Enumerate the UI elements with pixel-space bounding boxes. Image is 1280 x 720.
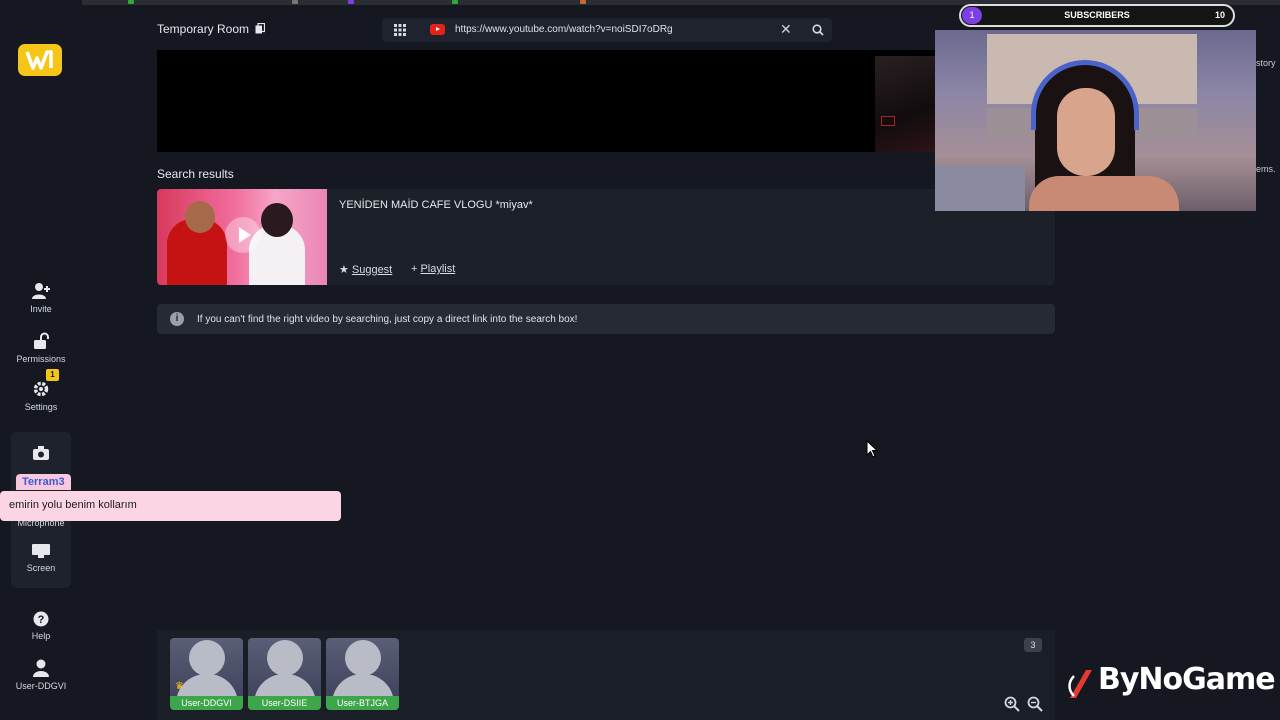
thumbnail-person	[261, 203, 293, 237]
camera-icon	[33, 446, 49, 460]
sidebar-item-label: Permissions	[16, 354, 66, 364]
search-results-heading: Search results	[157, 167, 234, 181]
subscriber-label: SUBSCRIBERS	[1064, 10, 1130, 20]
avatar	[189, 640, 225, 676]
participant-name: User-BTJGA	[326, 696, 399, 710]
sidebar-item-screen[interactable]: Screen	[0, 543, 82, 573]
thumbnail-person	[185, 201, 215, 233]
url-input[interactable]: https://www.youtube.com/watch?v=noiSDI7o…	[455, 24, 673, 35]
sidebar-item-user[interactable]: User-DDGVI	[0, 659, 82, 691]
sidebar-item-invite[interactable]: Invite	[0, 282, 82, 314]
zoom-out-icon[interactable]	[1027, 696, 1043, 712]
avatar	[267, 640, 303, 676]
lock-icon	[34, 332, 49, 349]
watermark-text: ByNoGame	[1098, 662, 1276, 697]
participant-name: User-DSIIE	[248, 696, 321, 710]
app-root: Invite Permissions Settings 1 Microphone…	[0, 0, 1280, 720]
suggest-label: Suggest	[351, 264, 393, 276]
video-player[interactable]	[157, 50, 935, 152]
youtube-icon	[430, 24, 445, 35]
sidebar-item-label: Help	[31, 631, 51, 641]
webcam-overlay	[935, 30, 1256, 211]
tab-icon	[452, 0, 458, 4]
participant-name: User-DDGVI	[170, 696, 243, 710]
items-fragment: ems.	[1256, 164, 1276, 174]
suggest-button[interactable]: ★ Suggest	[339, 263, 392, 276]
clear-icon[interactable]: ✕	[780, 21, 792, 38]
svg-text:?: ?	[38, 614, 45, 626]
sidebar-item-permissions[interactable]: Permissions	[0, 332, 82, 364]
sidebar-item-help[interactable]: ? Help	[0, 611, 82, 641]
subscriber-goal-bar: 1 SUBSCRIBERS 10	[959, 4, 1235, 27]
logo-icon	[25, 50, 53, 70]
sidebar-item-settings[interactable]: Settings	[0, 380, 82, 412]
mouse-cursor-icon	[866, 440, 878, 458]
sidebar: Invite Permissions Settings 1 Microphone…	[0, 0, 82, 720]
info-text: If you can't find the right video by sea…	[197, 314, 578, 325]
chat-message: emirin yolu benim kollarım	[0, 491, 341, 521]
background-bed	[935, 166, 1025, 211]
sidebar-item-label: Invite	[30, 304, 52, 314]
sidebar-item-label: Screen	[26, 563, 56, 573]
info-banner: i If you can't find the right video by s…	[157, 304, 1055, 334]
room-title[interactable]: Temporary Room	[157, 22, 266, 36]
playlist-button[interactable]: + Playlist	[411, 263, 455, 275]
participant-tile[interactable]: User-DSIIE	[248, 638, 321, 710]
crown-icon: ♛	[175, 681, 184, 692]
search-button[interactable]	[804, 18, 832, 42]
apps-button[interactable]	[382, 18, 418, 42]
url-search-bar: https://www.youtube.com/watch?v=noiSDI7o…	[382, 18, 832, 42]
tab-icon	[580, 0, 586, 4]
subscriber-goal: 10	[1214, 10, 1225, 20]
user-icon	[33, 659, 49, 677]
info-icon: i	[170, 312, 184, 326]
monitor-icon	[32, 544, 50, 558]
video-title: YENİDEN MAİD CAFE VLOGU *miyav*	[339, 199, 533, 211]
plus-icon: +	[411, 263, 418, 275]
search-result-item[interactable]: YENİDEN MAİD CAFE VLOGU *miyav* ★ Suggest…	[157, 189, 1055, 285]
participant-tile[interactable]: ♛ User-DDGVI	[170, 638, 243, 710]
participant-tile[interactable]: User-BTJGA	[326, 638, 399, 710]
zoom-in-icon[interactable]	[1004, 696, 1020, 712]
tab-icon	[128, 0, 134, 4]
sidebar-item-label: User-DDGVI	[15, 681, 67, 691]
help-icon: ?	[33, 611, 49, 627]
app-logo[interactable]	[18, 44, 62, 76]
grid-icon	[394, 24, 406, 36]
participant-count: 3	[1024, 638, 1042, 652]
search-icon	[812, 24, 824, 36]
settings-badge: 1	[46, 369, 59, 381]
copy-icon[interactable]	[255, 22, 266, 34]
player-thumbnail	[875, 56, 935, 152]
gear-icon	[33, 381, 49, 397]
play-icon[interactable]	[225, 217, 261, 253]
avatar	[345, 640, 381, 676]
playlist-label: Playlist	[420, 263, 456, 275]
video-thumbnail[interactable]	[157, 189, 327, 285]
tab-icon	[292, 0, 298, 4]
camera-button[interactable]	[0, 445, 82, 465]
watermark-logo-icon	[1068, 670, 1092, 698]
add-user-icon	[32, 283, 50, 299]
history-fragment: story	[1256, 58, 1276, 68]
star-icon: ★	[339, 264, 349, 276]
sidebar-item-label: Settings	[24, 402, 58, 412]
streamer-body	[1029, 176, 1179, 211]
room-title-text: Temporary Room	[157, 22, 250, 36]
thumbnail-detail	[881, 116, 895, 126]
chat-username: Terram3	[16, 474, 71, 490]
tab-icon	[348, 0, 354, 4]
